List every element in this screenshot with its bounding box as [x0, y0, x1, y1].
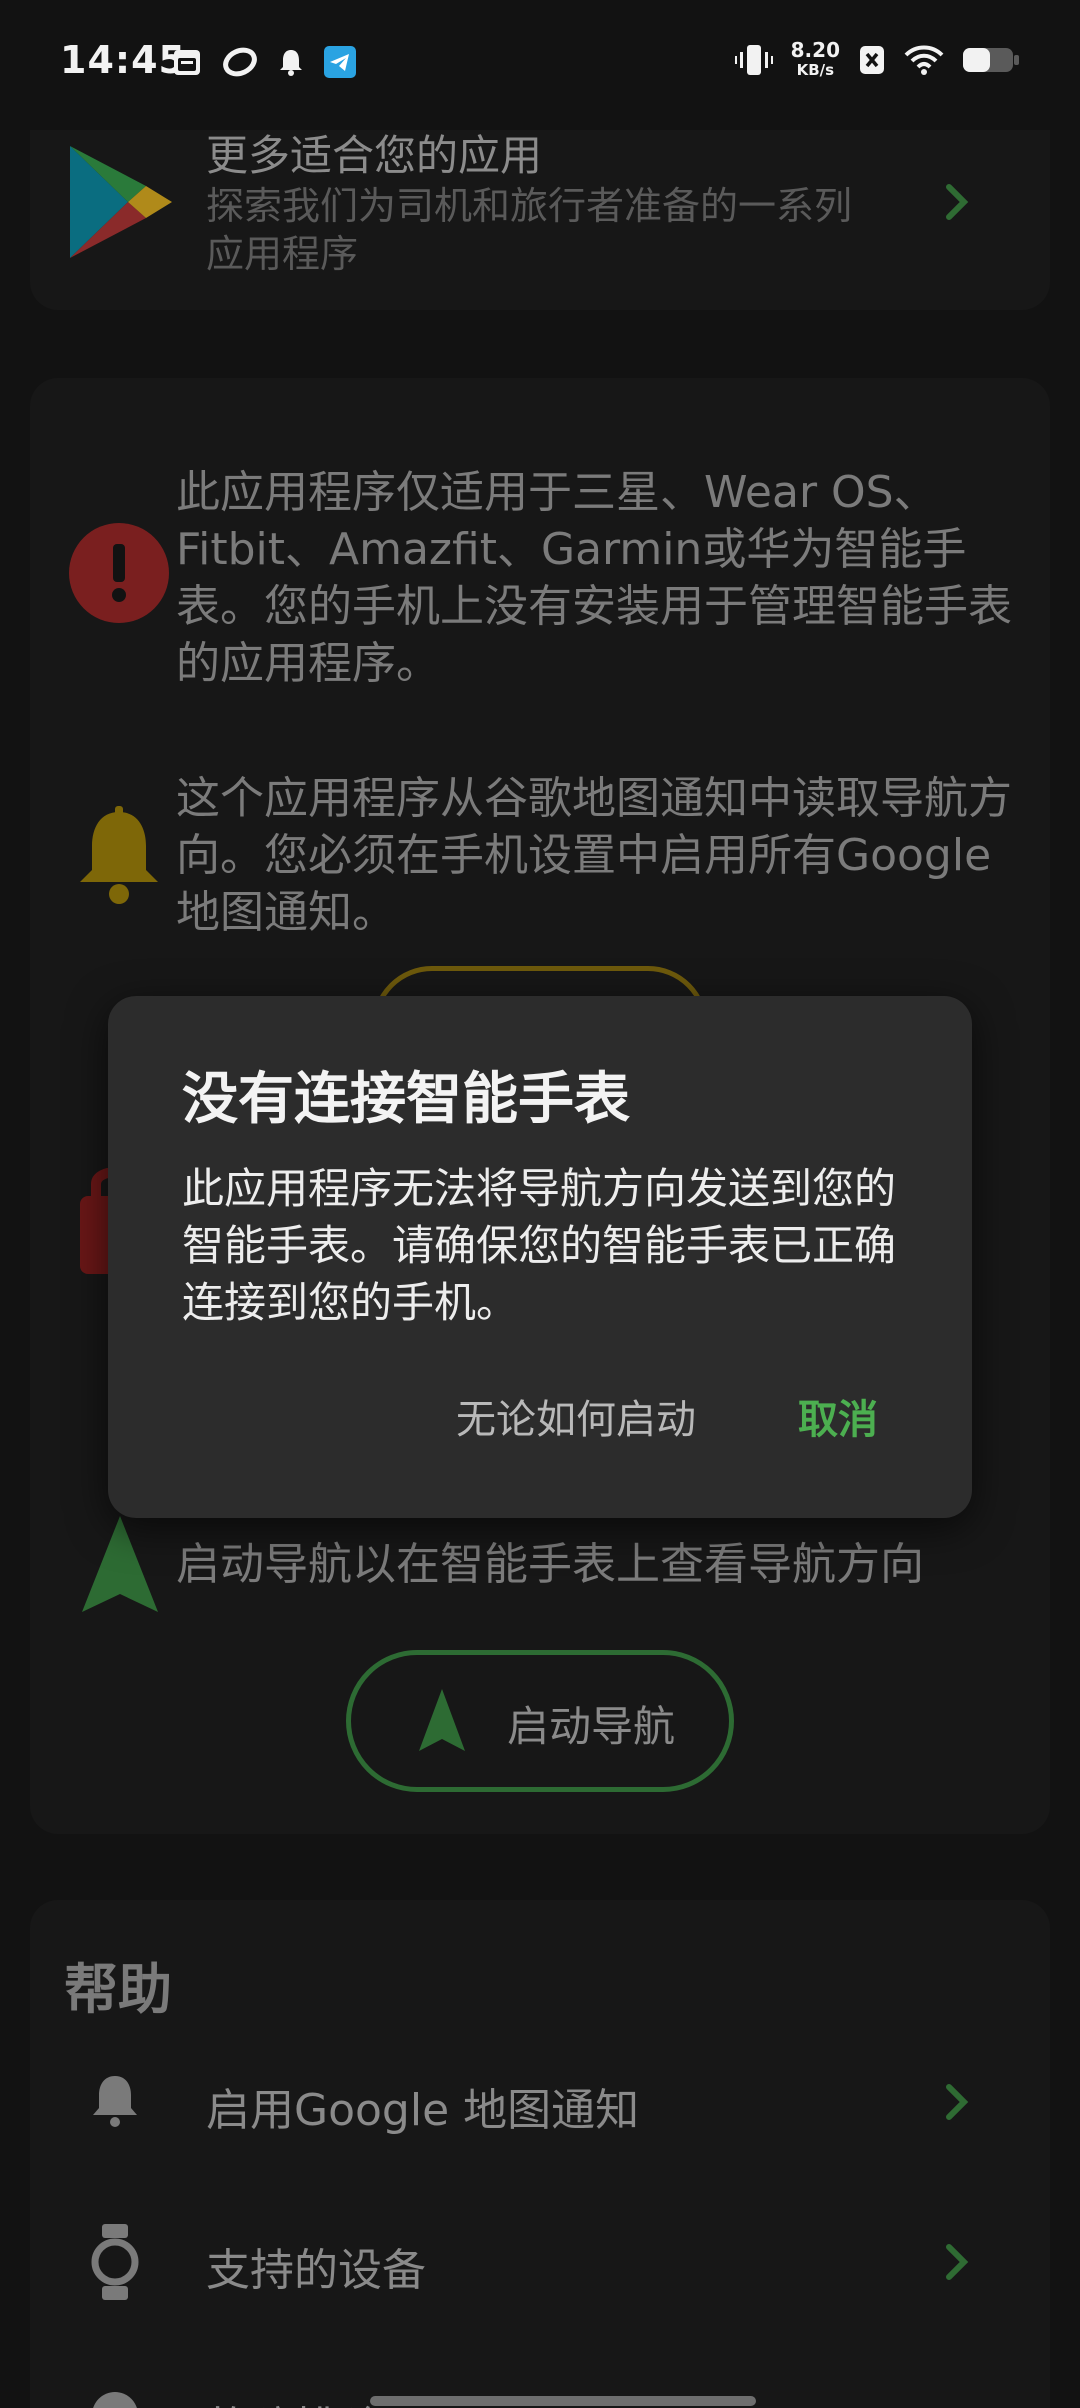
telegram-icon	[324, 46, 356, 78]
help-item-enable-notifications[interactable]: 启用Google 地图通知	[30, 2050, 1050, 2150]
notification-bell-icon	[80, 806, 158, 904]
start-navigation-label: 启动导航	[507, 1702, 676, 1751]
navigation-arrow-icon	[82, 1516, 158, 1612]
bell-icon	[93, 2076, 137, 2127]
dialog-message: 此应用程序无法将导航方向发送到您的智能手表。请确保您的智能手表已正确连接到您的手…	[182, 1164, 897, 1327]
home-indicator[interactable]	[370, 2396, 756, 2406]
chevron-right-icon	[946, 184, 969, 220]
compatibility-warning-text: 此应用程序仅适用于三星、Wear OS、Fitbit、Amazfit、Garmi…	[176, 467, 1012, 689]
notification-requirement-text: 这个应用程序从谷歌地图通知中读取导航方向。您必须在手机设置中启用所有Google…	[176, 773, 1012, 938]
no-watch-connected-dialog: 没有连接智能手表 此应用程序无法将导航方向发送到您的智能手表。请确保您的智能手表…	[108, 996, 972, 1518]
cancel-button[interactable]: 取消	[798, 1390, 878, 1450]
help-item-label: 支持的设备	[206, 2245, 426, 2296]
app-screen: 14:45 8.20 KB/s 更多适合您的应用 探索我们为司机和旅行者准备的一…	[0, 0, 1080, 2408]
bell-icon	[280, 50, 302, 76]
network-speed-value: 8.20	[790, 38, 840, 62]
help-item-label: 启用Google 地图通知	[206, 2085, 640, 2136]
dialog-title: 没有连接智能手表	[182, 1067, 630, 1132]
app-swirl-icon	[223, 47, 257, 77]
wifi-icon	[904, 45, 944, 75]
notification-icons	[172, 46, 356, 78]
chevron-right-icon	[946, 2084, 969, 2120]
help-card	[30, 1900, 1050, 2408]
status-bar: 14:45 8.20 KB/s	[0, 0, 1080, 130]
vibrate-icon	[734, 45, 773, 75]
start-anyway-button[interactable]: 无论如何启动	[456, 1390, 696, 1450]
help-heading: 帮助	[64, 1958, 172, 2021]
error-icon	[69, 523, 169, 623]
more-apps-subtitle: 探索我们为司机和旅行者准备的一系列应用程序	[206, 184, 853, 276]
calendar-icon	[174, 50, 200, 75]
help-item-supported-devices[interactable]: 支持的设备	[30, 2212, 1050, 2312]
chevron-right-icon	[946, 2244, 969, 2280]
more-apps-title: 更多适合您的应用	[206, 131, 543, 180]
network-speed-unit: KB/s	[796, 61, 835, 79]
network-speed: 8.20 KB/s	[791, 40, 840, 80]
battery-icon	[963, 48, 1019, 72]
navigation-arrow-icon	[419, 1689, 465, 1751]
help-item-label: 故障排除	[206, 2392, 382, 2408]
start-navigation-button[interactable]: 启动导航	[346, 1650, 734, 1792]
help-icon	[93, 2392, 137, 2408]
status-time: 14:45	[60, 38, 186, 82]
close-box-icon	[860, 46, 884, 74]
navigation-info-text: 启动导航以在智能手表上查看导航方向	[176, 1539, 924, 1590]
more-apps-card[interactable]: 更多适合您的应用 探索我们为司机和旅行者准备的一系列应用程序	[30, 100, 1050, 310]
play-store-icon	[70, 146, 172, 258]
system-icons: 8.20 KB/s	[734, 40, 1020, 80]
watch-icon	[91, 2224, 139, 2300]
